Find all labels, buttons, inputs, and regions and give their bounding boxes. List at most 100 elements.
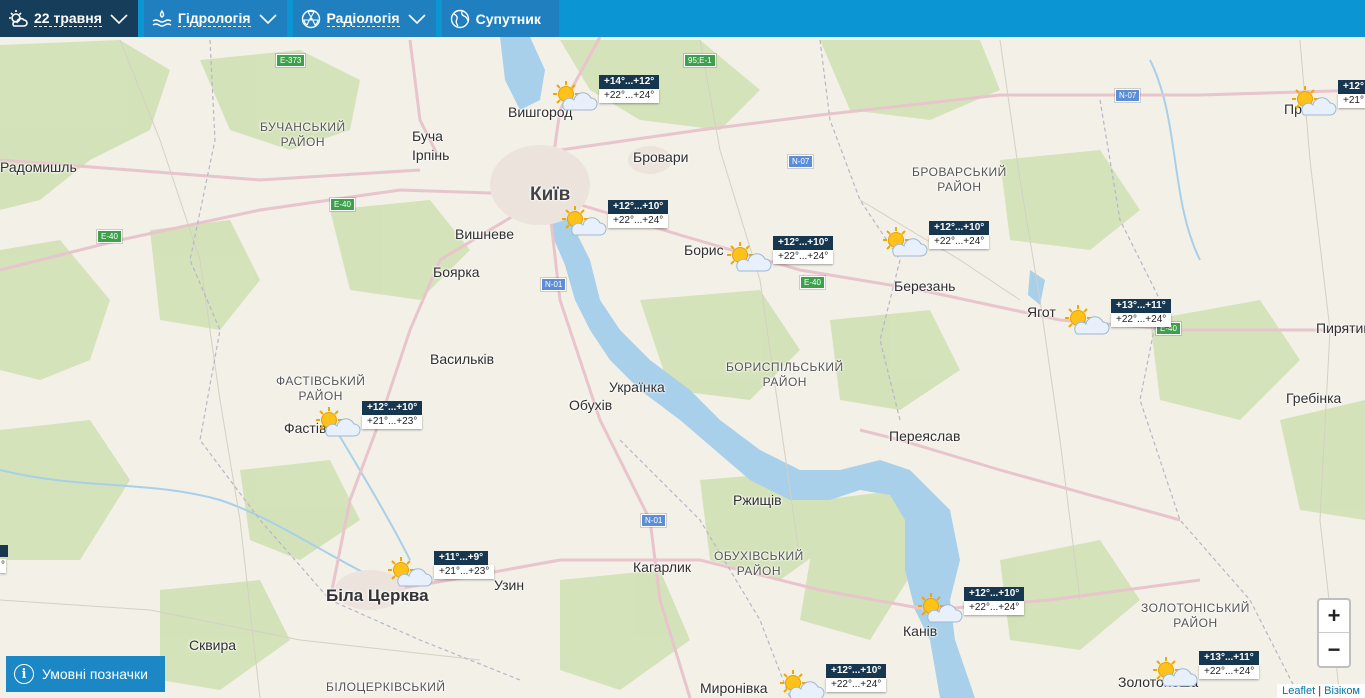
day-temp: +22°...+24° [1111,313,1172,327]
district-label: БІЛОЦЕРКІВСЬКИЙ [326,680,446,694]
radiology-layer-button[interactable]: Радіологія [292,0,436,37]
place-label: Ржищів [733,492,782,508]
place-label: Боярка [433,264,480,280]
weather-marker-kyiv[interactable]: +12°...+10° +22°...+24° [560,200,680,244]
place-label: Обухів [569,397,613,413]
zoom-in-button[interactable]: + [1319,600,1349,633]
weather-marker-bila-tserkva[interactable]: +11°...+9° +21°...+23° [386,551,506,595]
weather-marker-fastiv[interactable]: +12°...+10° +21°...+23° [314,401,434,445]
sun-cloud-icon [778,668,826,698]
attribution-separator: | [1318,685,1322,697]
place-label: Борис [684,242,724,258]
chevron-down-icon [408,13,426,24]
district-label: БОРИСПІЛЬСЬКИЙ РАЙОН [726,360,844,389]
night-temp: +12°...+10° [929,221,990,235]
night-temp: +13°...+11° [1111,299,1171,313]
radiation-icon [301,9,320,28]
road-shield: E-40 [330,198,355,211]
sun-cloud-icon [1151,655,1199,691]
globe-icon [450,9,469,28]
sun-cloud-icon [314,405,362,441]
night-temp: +11°...+9° [434,551,489,565]
weather-marker-pryluky[interactable]: +12° +21° [1290,80,1365,124]
night-temp: +13°...+11° [1199,651,1259,665]
weather-marker-vyshhorod[interactable]: +14°...+12° +22°...+24° [551,75,671,119]
satellite-layer-button[interactable]: Супутник [441,0,559,37]
place-label: Гребінка [1286,390,1342,406]
day-temp: +21°...+23° [434,565,495,579]
radiology-label: Радіологія [326,10,400,27]
night-temp: +12°...+10° [826,664,887,678]
hydrology-layer-button[interactable]: Гідрологія [143,0,287,37]
weather-marker-yahotyn[interactable]: +13°...+11° +22°...+24° [1063,299,1183,343]
water-waves-icon [152,9,172,27]
map-viewport[interactable]: E-373 95;E-1 N-07 N-07 E-40 E-40 E-40 N-… [0,0,1365,698]
date-label: 22 травня [34,10,102,27]
weather-marker-zolotonosha[interactable]: +13°...+11° +22°...+24° [1151,651,1271,695]
road-shield: 95;E-1 [684,54,716,67]
place-label: Вишневе [455,226,514,242]
chevron-down-icon [110,13,128,24]
place-label: Буча [412,128,443,144]
zoom-out-button[interactable]: − [1319,633,1349,666]
sun-cloud-icon [1290,84,1338,120]
sun-cloud-icon [1063,303,1111,339]
leaflet-link[interactable]: Leaflet [1282,685,1315,697]
district-label: БРОВАРСЬКИЙ РАЙОН [912,165,1007,194]
sun-cloud-icon [881,225,929,261]
weather-marker-myronivka[interactable]: +12°...+10° +22°...+24° [778,664,898,698]
sun-cloud-icon [551,79,599,115]
road-shield: E-373 [276,54,306,67]
district-label: ОБУХІВСЬКИЙ РАЙОН [714,549,804,578]
legend-label: Умовні позначки [42,666,148,682]
base-map[interactable] [0,0,1365,698]
weather-date-icon [9,9,28,27]
sun-cloud-icon [916,591,964,627]
place-label: Ягот [1027,304,1056,320]
weather-marker-edge[interactable]: ° [0,545,8,589]
night-temp: +12°...+10° [964,587,1025,601]
night-temp: +12°...+10° [608,200,669,214]
road-shield: N-01 [541,278,567,291]
day-temp: +22°...+24° [608,214,669,228]
day-temp: ° [0,559,6,573]
day-temp: +22°...+24° [964,601,1025,615]
place-label: Васильків [430,351,495,367]
place-label: Радомишль [0,159,77,175]
date-selector[interactable]: 22 травня [0,0,138,37]
day-temp: +22°...+24° [599,89,660,103]
hydrology-label: Гідрологія [177,10,251,27]
road-shield: E-40 [97,230,122,243]
sun-cloud-icon [725,240,773,276]
district-label: ЗОЛОТОНІСЬКИЙ РАЙОН [1141,601,1250,630]
place-label: Березань [894,278,956,294]
road-shield: N-01 [641,514,667,527]
place-label: Пирятин [1316,320,1365,336]
weather-marker-kaniv[interactable]: +12°...+10° +22°...+24° [916,587,1036,631]
satellite-label: Супутник [475,10,541,27]
visicom-link[interactable]: Візіком [1324,685,1360,697]
place-label: Ірпінь [412,147,450,163]
night-temp: +14°...+12° [599,75,660,89]
weather-marker-boryspil[interactable]: +12°...+10° +22°...+24° [725,236,845,280]
district-label: ФАСТІВСЬКИЙ РАЙОН [276,374,366,403]
place-label: Українка [609,379,665,395]
top-toolbar: 22 травня Гідрологія Радіологія Супутник [0,0,1365,37]
chevron-down-icon [258,13,277,24]
weather-marker-brovary-district[interactable]: +12°...+10° +22°...+24° [881,221,1001,265]
night-temp: +12°...+10° [773,236,834,250]
day-temp: +22°...+24° [929,235,990,249]
attribution: Leaflet | Візіком [1277,684,1365,698]
road-shield: N-07 [1115,89,1141,102]
place-label: Миронівка [700,680,768,696]
day-temp: +21°...+23° [362,415,423,429]
place-label: Кагарлик [633,559,691,575]
road-shield: N-07 [788,155,814,168]
night-temp: +12° [1338,80,1365,94]
legend-button[interactable]: i Умовні позначки [6,656,165,692]
day-temp: +22°...+24° [826,678,887,692]
district-label: БУЧАНСЬКИЙ РАЙОН [260,120,346,149]
night-temp [0,545,8,557]
place-label: Бровари [633,149,689,165]
sun-cloud-icon [560,204,608,240]
